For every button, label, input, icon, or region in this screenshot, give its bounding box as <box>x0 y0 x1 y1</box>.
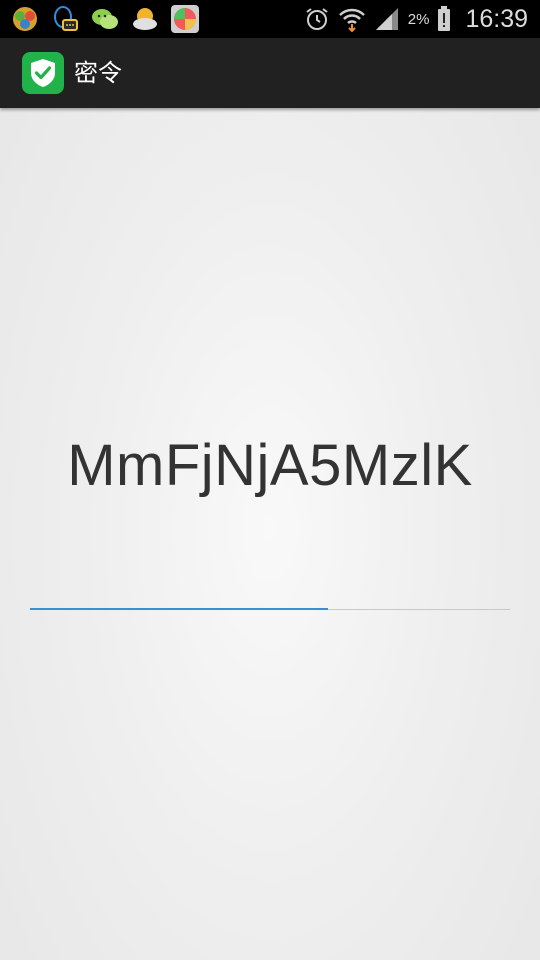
page-title: 密令 <box>74 59 122 87</box>
notification-icons <box>10 4 200 34</box>
shield-check-icon <box>31 59 55 87</box>
wechat-icon <box>92 9 118 29</box>
status-bar: 2% 16:39 <box>0 0 540 38</box>
weather-icon <box>133 8 157 30</box>
battery-percent: 2% <box>407 10 430 28</box>
app-logo[interactable] <box>22 52 64 94</box>
system-status: 2% 16:39 <box>304 4 528 34</box>
wifi-icon <box>338 8 365 32</box>
battery-icon <box>438 6 451 31</box>
game-center-icon <box>13 7 37 31</box>
action-bar: 密令 <box>0 38 540 108</box>
signal-icon <box>375 8 398 30</box>
clock: 16:39 <box>465 4 528 33</box>
alarm-icon <box>306 8 328 30</box>
ball-app-icon <box>171 5 199 33</box>
qq-icon <box>54 6 78 31</box>
countdown-progress-fill <box>30 608 328 610</box>
countdown-progress-bar <box>30 608 510 610</box>
token-code: MmFjNjA5MzlK <box>67 433 473 498</box>
